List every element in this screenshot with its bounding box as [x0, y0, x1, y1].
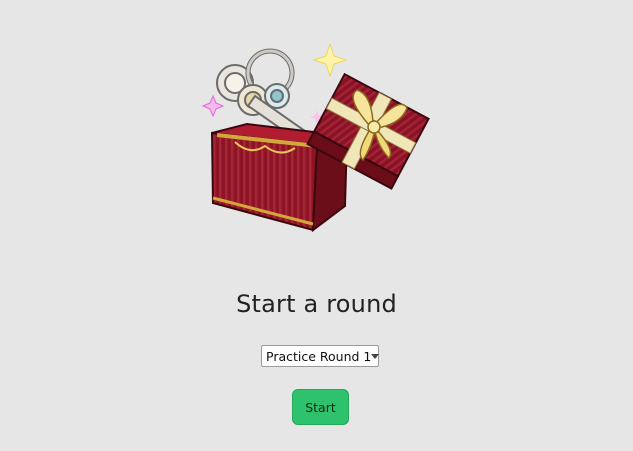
page-title: Start a round — [236, 290, 397, 318]
chevron-down-icon — [371, 353, 380, 359]
round-select-value: Practice Round 1 — [266, 348, 372, 364]
gift-box-icon — [201, 42, 430, 233]
round-select[interactable]: Practice Round 1 — [261, 345, 380, 367]
start-button[interactable]: Start — [292, 389, 349, 425]
